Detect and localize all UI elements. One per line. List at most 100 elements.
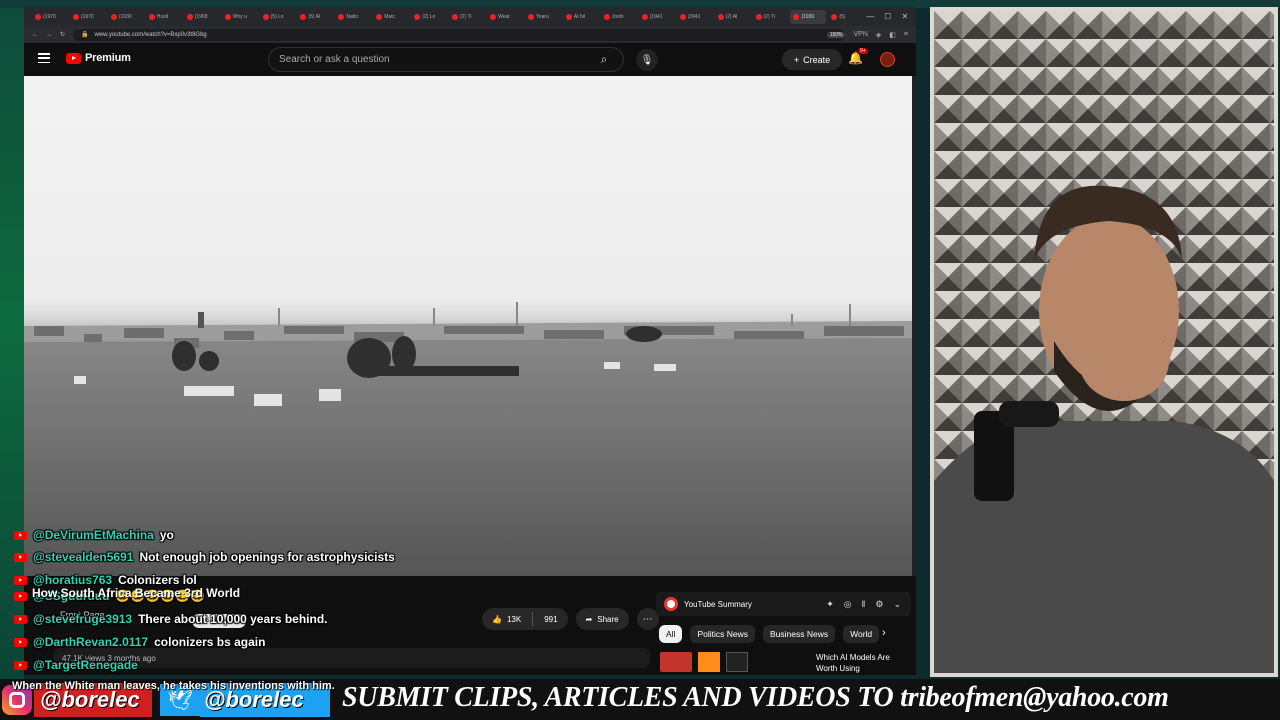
create-button[interactable]: + Create [782,49,842,70]
chat-message: @horatius763 Colonizers lol [14,573,197,587]
browser-tab[interactable]: (2) Al [715,10,751,24]
chat-message: @stevealden5691 Not enough job openings f… [14,550,395,564]
chat-username: @horatius763 [33,573,113,587]
chat-message: @DeVirumEtMachina yo [14,528,174,542]
browser-tab[interactable]: Weat [487,10,523,24]
video-thumbnail[interactable] [660,652,692,672]
settings-icon[interactable]: ⚙ [875,599,883,610]
create-label: Create [803,54,831,65]
tab-favicon-icon [793,13,800,20]
browser-tab[interactable]: Yearu [525,10,561,24]
youtube-summary-panel[interactable]: YouTube Summary ✦ ◎ ‖ ⚙ ⌄ [656,592,911,616]
tab-favicon-icon [603,13,610,20]
chip-world[interactable]: World [843,625,880,643]
chat-username: @DarthRevan2.0117 [33,635,149,649]
tab-label: (2) Ti [460,13,472,20]
youtube-logo[interactable]: Premium [66,52,131,64]
search-placeholder: Search or ask a question [279,54,390,65]
video-actions: 👍 13K 991 ➦ Share ⋯ [482,608,659,630]
vpn-badge[interactable]: VPN [853,31,867,39]
youtube-chat-icon [14,575,27,585]
browser-tab[interactable]: (1930 [108,10,144,24]
tab-label: (2) Ti [763,13,775,20]
thumbs-up-icon[interactable]: 👍 [492,615,502,624]
browser-tab[interactable]: Natio [335,10,371,24]
zoom-indicator[interactable]: 150% [826,31,846,38]
address-bar: ← → ↻ 🔒 www.youtube.com/watch?v=Bxp0v3t8… [24,26,916,43]
chip-business-news[interactable]: Business News [763,625,836,643]
browser-tab[interactable]: Why u [222,10,258,24]
reload-icon[interactable]: ↻ [60,31,65,38]
hamburger-menu-icon[interactable] [38,53,50,63]
extension-icon[interactable]: ◈ [876,31,881,39]
tab-favicon-icon [262,13,269,20]
browser-tab[interactable]: Joshi [601,10,637,24]
logo-text: Premium [85,52,131,64]
tab-label: (2) Al [725,13,738,20]
browser-tab[interactable]: Hustl [146,10,182,24]
lock-icon: 🔒 [81,32,89,38]
video-thumbnail[interactable] [726,652,748,672]
youtube-chat-icon [14,591,27,601]
browser-tab[interactable]: (5) [828,10,864,24]
webcam-feed [930,7,1278,677]
microphone-icon[interactable]: 🎙 [636,49,658,71]
tab-favicon-icon [831,13,838,20]
chat-text: Colonizers lol [118,573,197,587]
tab-label: (1970 [43,13,56,20]
sparkle-icon[interactable]: ✦ [826,599,834,610]
tab-favicon-icon [755,13,762,20]
chat-text: There about 10,000 years behind. [138,612,328,626]
avatar[interactable] [880,52,895,67]
url-field[interactable]: 🔒 www.youtube.com/watch?v=Bxp0v3t8Gbg 15… [73,28,846,41]
tab-favicon-icon [490,13,497,20]
glasses-icon[interactable]: ◎ [844,599,852,610]
summary-logo-icon [664,597,678,611]
tab-favicon-icon [376,13,383,20]
chip-all[interactable]: All [659,625,683,643]
share-button[interactable]: ➦ Share [575,608,629,630]
video-player[interactable] [24,76,912,576]
search-icon[interactable]: ⌕ [585,47,623,72]
search-input[interactable]: Search or ask a question ⌕ [268,47,624,72]
youtube-chat-icon [14,614,27,624]
browser-tab[interactable]: (5) Lo [260,10,296,24]
window-controls[interactable]: — ☐ ✕ [866,12,916,21]
forward-icon[interactable]: → [46,32,52,38]
tab-label: (1968 [194,13,208,20]
browser-tab[interactable]: (3941 [677,10,713,24]
close-icon[interactable]: ✕ [901,12,908,21]
menu-icon[interactable]: ≡ [904,31,908,39]
share-icon: ➦ [585,614,593,624]
browser-tab[interactable]: (1970 [70,10,106,24]
browser-tab[interactable]: Matc [373,10,409,24]
waveform-icon[interactable]: ‖ [862,599,866,610]
browser-tab[interactable]: AI bil [563,10,599,24]
url-text[interactable]: www.youtube.com/watch?v=Bxp0v3t8Gbg [95,32,207,38]
chevron-down-icon[interactable]: ⌄ [893,599,901,610]
browser-tab[interactable]: (1970 [32,10,68,24]
tab-label: (2) Lo [422,13,436,20]
browser-tab[interactable]: (1968 [184,10,220,24]
chat-message: @stevefruge3913 There about 10,000 years … [14,612,328,626]
browser-tab[interactable]: (2) Lo [411,10,447,24]
divider [532,612,534,626]
back-icon[interactable]: ← [32,32,38,38]
chip-politics-news[interactable]: Politics News [690,625,755,643]
browser-tab[interactable]: (5) Al [297,10,333,24]
video-thumbnail[interactable] [698,652,720,672]
chevron-right-icon[interactable]: › [882,627,886,639]
recommendation-thumbnails[interactable] [660,652,748,672]
maximize-icon[interactable]: ☐ [884,12,891,21]
browser-tab[interactable]: (1930 [790,9,827,24]
minimize-icon[interactable]: — [866,12,874,21]
tab-label: (5) [839,13,846,20]
browser-tab[interactable]: (2) Ti [753,10,789,24]
wallet-icon[interactable]: ◧ [889,31,896,39]
like-dislike-group[interactable]: 👍 13K 991 [482,608,568,630]
tab-favicon-icon [72,13,79,20]
browser-tab[interactable]: (2) Ti [449,10,485,24]
recommended-video-title[interactable]: Which AI Models Are Worth Using [816,652,912,674]
filter-chips: All Politics News Business News World [659,625,880,643]
browser-tab[interactable]: (1941 [639,10,675,24]
